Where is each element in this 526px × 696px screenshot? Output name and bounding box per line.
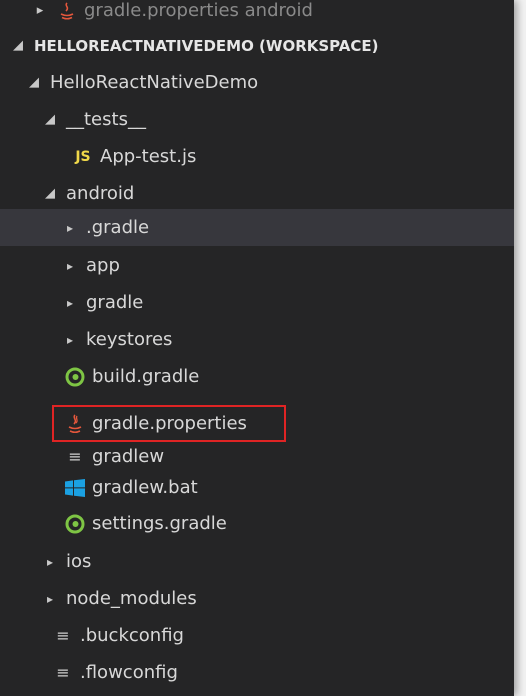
- chevron-down-icon: ◢: [45, 186, 55, 201]
- partial-item-label: gradle.properties android: [84, 0, 313, 21]
- tree-item-project[interactable]: ◢ HelloReactNativeDemo: [0, 64, 514, 101]
- tree-item-label: .flowconfig: [80, 662, 178, 683]
- workspace-title: HELLOREACTNATIVEDEMO (WORKSPACE): [34, 36, 379, 55]
- tree-item-label: __tests__: [66, 109, 146, 130]
- text-file-icon: ≡: [56, 626, 70, 645]
- tree-item-flowconfig[interactable]: ≡ .flowconfig: [0, 654, 514, 691]
- tree-item-gradlew-bat[interactable]: gradlew.bat: [0, 469, 514, 506]
- explorer-panel: ▸ gradle.properties android ◢ HELLOREACT…: [0, 0, 514, 696]
- tree-item-label: node_modules: [66, 588, 197, 609]
- chevron-right-icon: ▸: [66, 295, 74, 310]
- javascript-icon: JS: [75, 148, 91, 165]
- tree-item-gradle[interactable]: ▸ gradle: [0, 284, 514, 321]
- tree-item-app[interactable]: ▸ app: [0, 247, 514, 284]
- tree-item-build-gradle[interactable]: build.gradle: [0, 358, 514, 395]
- text-file-icon: ≡: [68, 447, 82, 466]
- chevron-down-icon: ◢: [29, 75, 39, 90]
- tree-item-label: keystores: [86, 329, 173, 350]
- java-icon: [64, 413, 86, 435]
- tree-item-settings-gradle[interactable]: settings.gradle: [0, 505, 514, 542]
- tree-item-gradle-properties[interactable]: gradle.properties: [0, 405, 514, 442]
- chevron-right-icon: ▸: [46, 591, 54, 606]
- partial-tree-item[interactable]: ▸ gradle.properties android: [0, 0, 514, 29]
- tree-item-label: gradle.properties: [92, 413, 247, 434]
- java-icon: [56, 0, 78, 22]
- chevron-down-icon: ◢: [13, 38, 23, 53]
- chevron-right-icon: ▸: [36, 3, 44, 18]
- gradle-icon: [64, 513, 86, 535]
- chevron-down-icon: ◢: [45, 112, 55, 127]
- tree-item-node-modules[interactable]: ▸ node_modules: [0, 580, 514, 617]
- tree-item-label: settings.gradle: [92, 513, 227, 534]
- chevron-right-icon: ▸: [66, 258, 74, 273]
- tree-item-android[interactable]: ◢ android: [0, 175, 514, 212]
- tree-item-buckconfig[interactable]: ≡ .buckconfig: [0, 617, 514, 654]
- tree-item-keystores[interactable]: ▸ keystores: [0, 321, 514, 358]
- tree-item-label: gradle: [86, 292, 144, 313]
- tree-item-label: gradlew: [92, 446, 165, 467]
- tree-item-label: app: [86, 255, 120, 276]
- tree-item-label: build.gradle: [92, 366, 200, 387]
- windows-icon: [64, 477, 86, 499]
- tree-item-label: ios: [66, 551, 92, 572]
- tree-item-app-test[interactable]: JS App-test.js: [0, 138, 514, 175]
- chevron-right-icon: ▸: [66, 332, 74, 347]
- tree-item-dot-gradle[interactable]: ▸ .gradle: [0, 209, 514, 246]
- tree-item-label: App-test.js: [100, 146, 197, 167]
- chevron-right-icon: ▸: [66, 220, 74, 235]
- tree-item-label: android: [66, 183, 135, 204]
- workspace-section-header[interactable]: ◢ HELLOREACTNATIVEDEMO (WORKSPACE): [0, 27, 514, 64]
- chevron-right-icon: ▸: [46, 554, 54, 569]
- gradle-icon: [64, 366, 86, 388]
- tree-item-label: .buckconfig: [80, 625, 184, 646]
- tree-item-ios[interactable]: ▸ ios: [0, 543, 514, 580]
- tree-item-label: gradlew.bat: [92, 477, 198, 498]
- tree-item-label: .gradle: [86, 217, 150, 238]
- tree-item-label: HelloReactNativeDemo: [50, 72, 259, 93]
- text-file-icon: ≡: [56, 663, 70, 682]
- tree-item-tests[interactable]: ◢ __tests__: [0, 101, 514, 138]
